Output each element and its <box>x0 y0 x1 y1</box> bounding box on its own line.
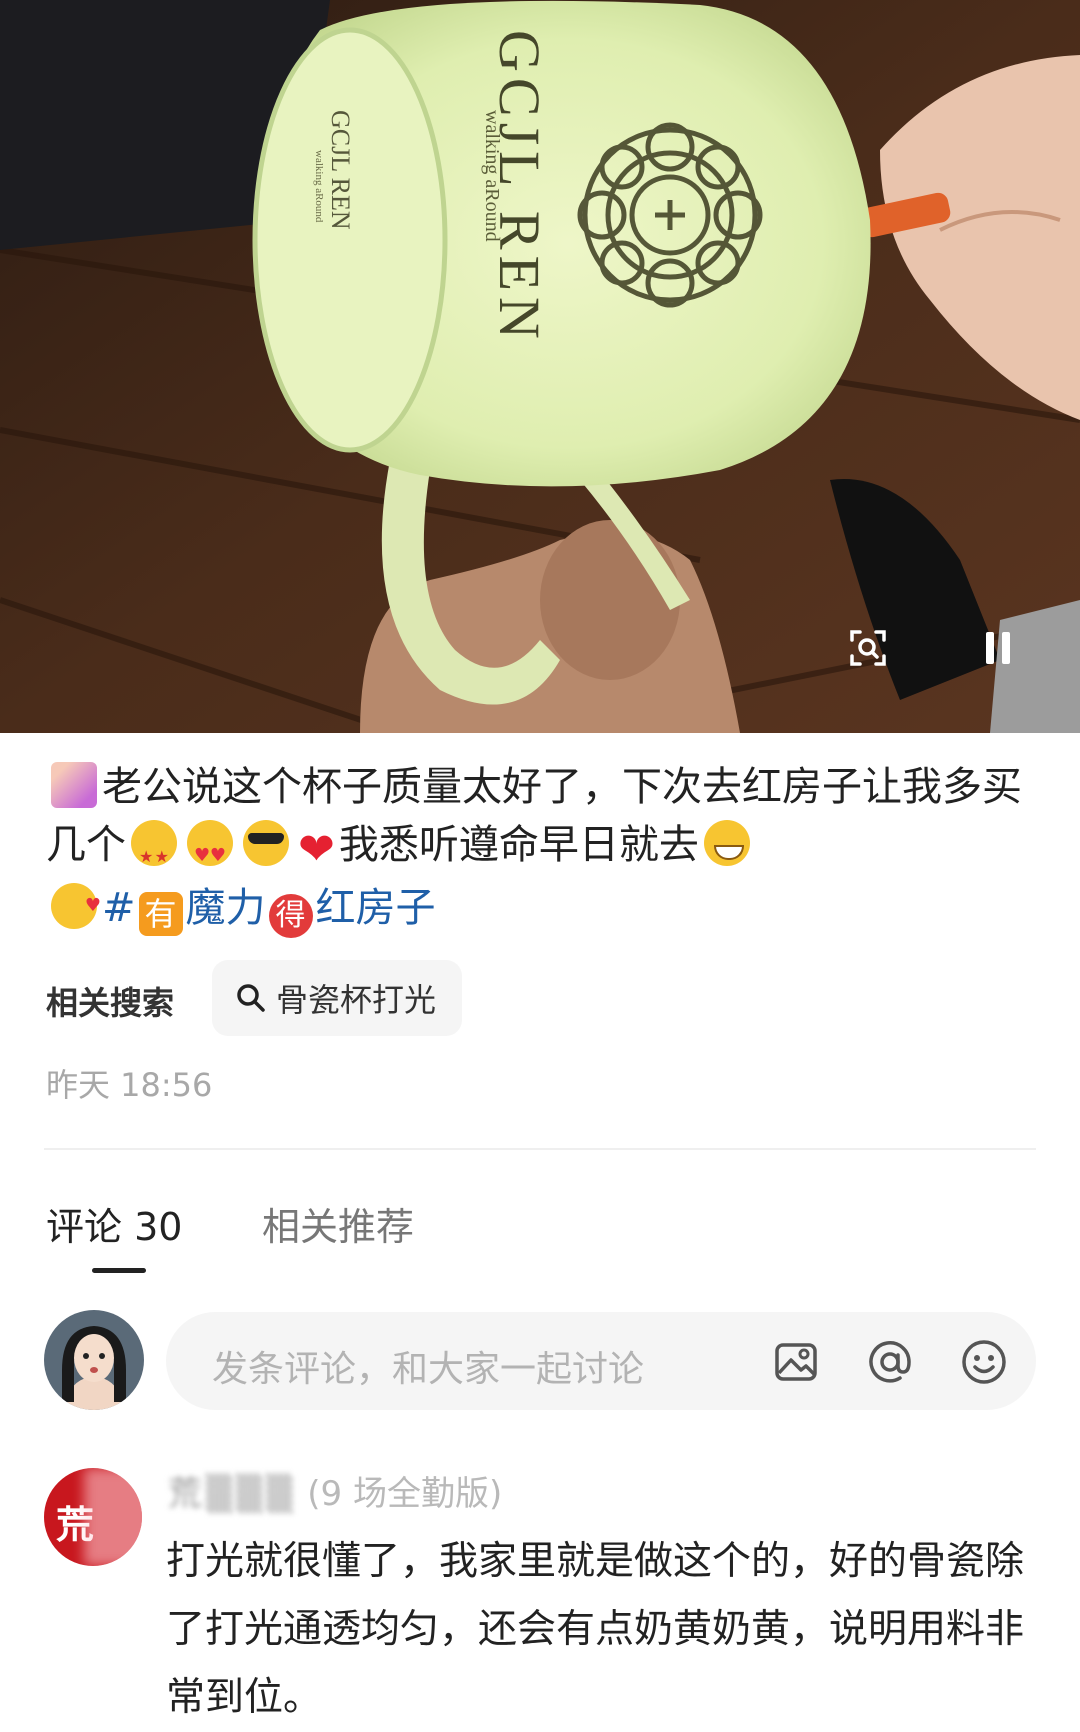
at-icon[interactable] <box>864 1336 916 1388</box>
my-avatar[interactable] <box>44 1310 144 1410</box>
emoji-icon[interactable] <box>958 1336 1010 1388</box>
mug-tagline-text: walking aRound <box>481 110 503 242</box>
post-caption: 老公说这个杯子质量太好了，下次去红房子让我多买几个❤我悉听遵命早日就去#有魔力得… <box>46 758 1036 938</box>
topic-badge-de: 得 <box>268 894 313 938</box>
related-search-label: 相关搜索 <box>46 984 175 1022</box>
active-tab-indicator <box>92 1268 146 1273</box>
commenter-avatar[interactable]: 荒 <box>44 1468 142 1566</box>
commenter-name[interactable]: 荒▒▒▒ (9 场全勤版) <box>168 1466 502 1515</box>
nail-polish-emoji <box>51 762 97 808</box>
tab-related-recommendations[interactable]: 相关推荐 <box>262 1196 414 1251</box>
topic-text-1: 魔力 <box>185 885 266 931</box>
kissing-emoji <box>51 877 101 935</box>
related-search-chip[interactable]: 骨瓷杯打光 <box>212 960 463 1036</box>
comment-input[interactable]: 发条评论，和大家一起讨论 <box>166 1312 1036 1410</box>
hashtag-symbol: # <box>102 885 136 931</box>
star-struck-emoji <box>131 820 177 886</box>
avatar-blur-overlay <box>84 1468 142 1566</box>
grinning-emoji <box>703 820 750 866</box>
heart-eyes-emoji <box>187 820 233 885</box>
sunglasses-emoji <box>243 820 289 866</box>
related-search-query: 骨瓷杯打光 <box>276 981 437 1019</box>
red-heart-emoji: ❤ <box>298 824 335 875</box>
commenter-tag: (9 场全勤版) <box>307 1474 503 1514</box>
comment-text: 打光就很懂了，我家里就是做这个的，好的骨瓷除了打光通透均匀，还会有点奶黄奶黄，说… <box>166 1539 1025 1720</box>
topic-badge-you: 有 <box>138 892 183 936</box>
mug-bottom-brand-text: GCJL REN <box>326 110 355 230</box>
tab-comments[interactable]: 评论 30 <box>46 1196 182 1251</box>
mug-bottom-tagline-text: walking aRound <box>313 150 325 223</box>
comment-input-placeholder: 发条评论，和大家一起讨论 <box>212 1349 645 1390</box>
search-icon <box>236 983 266 1013</box>
pause-icon <box>986 632 1010 664</box>
video-frame: GCJL REN walking aRound GCJL REN walking… <box>0 0 1080 733</box>
topic-text-2: 红房子 <box>315 885 436 931</box>
video-player[interactable]: GCJL REN walking aRound GCJL REN walking… <box>0 0 1080 733</box>
topic-tag[interactable]: # 有魔力得红房子 <box>102 885 436 938</box>
pause-button[interactable] <box>970 620 1026 676</box>
scan-icon <box>850 630 886 666</box>
post-timestamp: 昨天 18:56 <box>46 1066 213 1104</box>
caption-text-2: 我悉听遵命早日就去 <box>338 822 699 868</box>
section-divider <box>44 1148 1036 1150</box>
image-icon[interactable] <box>770 1336 822 1388</box>
scan-button[interactable] <box>840 620 896 676</box>
commenter-name-blurred: 荒▒▒▒ <box>168 1474 297 1514</box>
